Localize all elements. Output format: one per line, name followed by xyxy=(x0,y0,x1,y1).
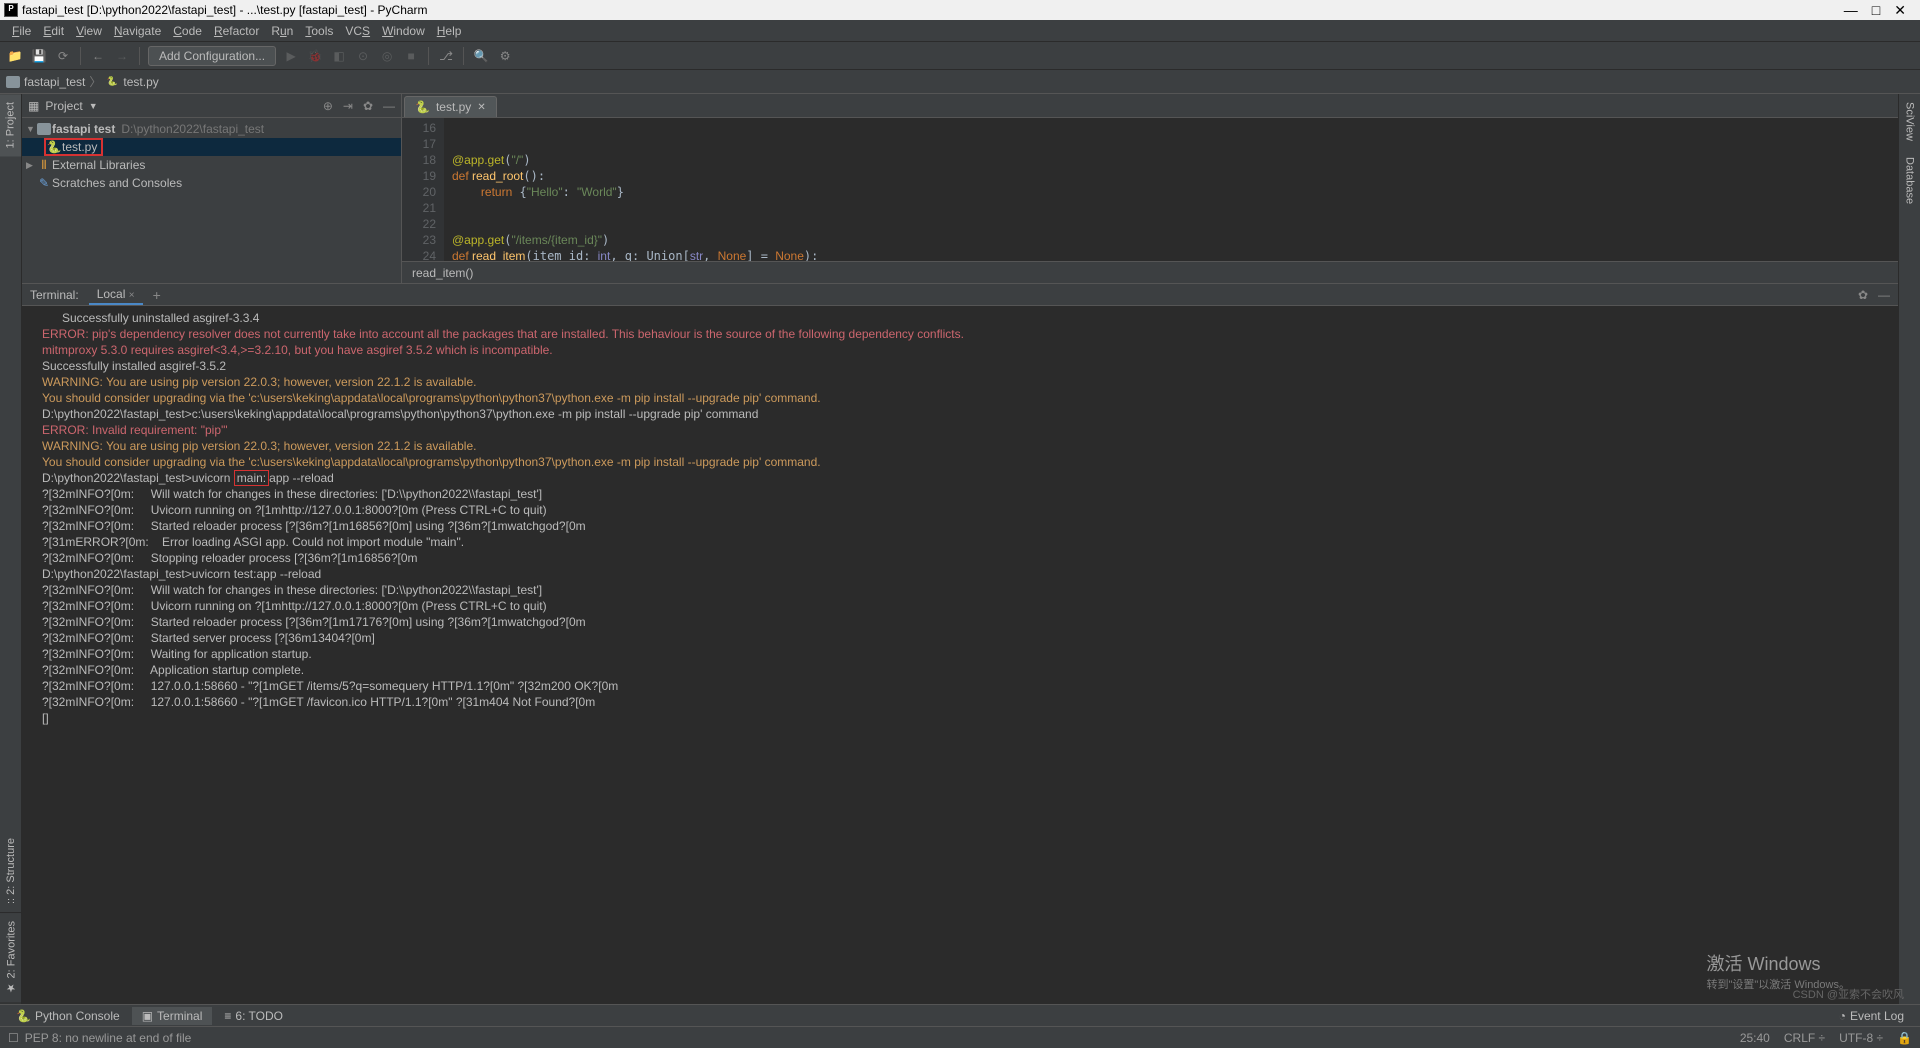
folder-icon xyxy=(6,76,20,88)
menu-bar: File Edit View Navigate Code Refactor Ru… xyxy=(0,20,1920,42)
terminal-hide-icon[interactable]: — xyxy=(1878,288,1890,302)
save-icon[interactable]: 💾 xyxy=(30,47,48,65)
menu-vcs[interactable]: VCS xyxy=(339,24,376,38)
terminal-gear-icon[interactable]: ✿ xyxy=(1858,288,1868,302)
status-message: ☐PEP 8: no newline at end of file xyxy=(8,1031,191,1045)
coverage-icon[interactable]: ◧ xyxy=(330,47,348,65)
search-icon[interactable]: 🔍 xyxy=(472,47,490,65)
bottom-tab-python-console[interactable]: 🐍 Python Console xyxy=(6,1007,130,1025)
forward-icon[interactable]: → xyxy=(113,47,131,65)
breadcrumb-root[interactable]: fastapi_test xyxy=(6,75,85,89)
tree-scratches[interactable]: ✎ Scratches and Consoles xyxy=(22,174,401,192)
python-file-icon: 🐍 xyxy=(415,100,430,114)
bottom-tab-terminal[interactable]: ▣ Terminal xyxy=(132,1007,213,1025)
locate-icon[interactable]: ⊕ xyxy=(323,99,333,113)
tree-external-libraries[interactable]: ▶ ⫴ External Libraries xyxy=(22,156,401,174)
menu-help[interactable]: Help xyxy=(431,24,468,38)
sidebar-tab-structure[interactable]: :: 2: Structure xyxy=(0,830,22,913)
vcs-icon[interactable]: ⎇ xyxy=(437,47,455,65)
right-tool-stripe: SciView Database xyxy=(1898,94,1920,1004)
main-toolbar: 📁 💾 ⟳ ← → Add Configuration... ▶ 🐞 ◧ ⊙ ◎… xyxy=(0,42,1920,70)
menu-edit[interactable]: Edit xyxy=(37,24,70,38)
run-config-selector[interactable]: Add Configuration... xyxy=(148,46,276,66)
menu-tools[interactable]: Tools xyxy=(299,24,339,38)
open-icon[interactable]: 📁 xyxy=(6,47,24,65)
project-header-title: Project xyxy=(45,99,82,113)
project-tree[interactable]: ▼ fastapi test D:\python2022\fastapi_tes… xyxy=(22,118,401,283)
refresh-icon[interactable]: ⟳ xyxy=(54,47,72,65)
editor-gutter: 16171819202122232425 xyxy=(402,118,444,261)
concurrency-icon[interactable]: ◎ xyxy=(378,47,396,65)
python-file-icon: 🐍 xyxy=(105,75,119,89)
editor-code-area[interactable]: @app.get("/") def read_root(): return {"… xyxy=(444,118,1898,261)
menu-window[interactable]: Window xyxy=(376,24,431,38)
navigation-bar: fastapi_test 〉 🐍 test.py xyxy=(0,70,1920,94)
editor-panel: 🐍 test.py ✕ 16171819202122232425 @app.ge… xyxy=(402,94,1898,283)
status-eol[interactable]: CRLF ÷ xyxy=(1784,1031,1825,1045)
profile-icon[interactable]: ⊙ xyxy=(354,47,372,65)
menu-view[interactable]: View xyxy=(70,24,108,38)
collapse-icon[interactable]: ⇥ xyxy=(343,99,353,113)
window-title: fastapi_test [D:\python2022\fastapi_test… xyxy=(22,3,428,17)
settings-icon[interactable]: ⚙ xyxy=(496,47,514,65)
breadcrumb-file[interactable]: 🐍 test.py xyxy=(105,75,158,89)
tree-project-root[interactable]: ▼ fastapi test D:\python2022\fastapi_tes… xyxy=(22,120,401,138)
menu-navigate[interactable]: Navigate xyxy=(108,24,167,38)
terminal-tool-window: Terminal: Local × + ✿ — Successfully uni… xyxy=(22,284,1898,1004)
bottom-tab-event-log[interactable]: ◔ Event Log xyxy=(1829,1007,1914,1025)
sidebar-tab-database[interactable]: Database xyxy=(1899,149,1920,212)
app-icon: P xyxy=(4,3,18,17)
close-tab-icon[interactable]: ✕ xyxy=(477,102,485,113)
bottom-tab-todo[interactable]: ≡ 6: TODO xyxy=(214,1007,293,1025)
maximize-button[interactable]: □ xyxy=(1872,2,1880,19)
editor-tab-testpy[interactable]: 🐍 test.py ✕ xyxy=(404,96,497,117)
hide-icon[interactable]: — xyxy=(383,99,395,113)
close-button[interactable]: ✕ xyxy=(1894,2,1906,19)
menu-file[interactable]: File xyxy=(6,24,37,38)
gear-icon[interactable]: ✿ xyxy=(363,99,373,113)
terminal-title: Terminal: xyxy=(30,288,79,302)
terminal-tab-local[interactable]: Local × xyxy=(89,285,143,305)
menu-run[interactable]: Run xyxy=(265,24,299,38)
bottom-tool-bar: 🐍 Python Console ▣ Terminal ≡ 6: TODO ◔ … xyxy=(0,1004,1920,1026)
editor-breadcrumb[interactable]: read_item() xyxy=(402,261,1898,283)
sidebar-tab-project[interactable]: 1: Project xyxy=(0,94,21,156)
back-icon[interactable]: ← xyxy=(89,47,107,65)
menu-refactor[interactable]: Refactor xyxy=(208,24,265,38)
tree-file-testpy[interactable]: 🐍 test.py xyxy=(22,138,401,156)
status-lock-icon[interactable]: 🔒 xyxy=(1897,1031,1912,1045)
sidebar-tab-sciview[interactable]: SciView xyxy=(1899,94,1920,149)
debug-icon[interactable]: 🐞 xyxy=(306,47,324,65)
run-icon[interactable]: ▶ xyxy=(282,47,300,65)
sidebar-tab-favorites[interactable]: ★ 2: Favorites xyxy=(0,913,22,1004)
minimize-button[interactable]: — xyxy=(1844,2,1858,19)
terminal-new-tab[interactable]: + xyxy=(153,287,161,303)
status-cursor[interactable]: 25:40 xyxy=(1740,1031,1770,1045)
editor-tab-bar: 🐍 test.py ✕ xyxy=(402,94,1898,118)
status-encoding[interactable]: UTF-8 ÷ xyxy=(1839,1031,1883,1045)
window-title-bar: P fastapi_test [D:\python2022\fastapi_te… xyxy=(0,0,1920,20)
terminal-output[interactable]: Successfully uninstalled asgiref-3.3.4ER… xyxy=(22,306,1898,1004)
left-bottom-stripe: ★ 2: Favorites :: 2: Structure xyxy=(0,830,22,1004)
menu-code[interactable]: Code xyxy=(167,24,208,38)
status-bar: ☐PEP 8: no newline at end of file 25:40 … xyxy=(0,1026,1920,1048)
stop-icon[interactable]: ■ xyxy=(402,47,420,65)
project-tool-window: ▦ Project ▼ ⊕ ⇥ ✿ — ▼ fastapi xyxy=(22,94,402,283)
